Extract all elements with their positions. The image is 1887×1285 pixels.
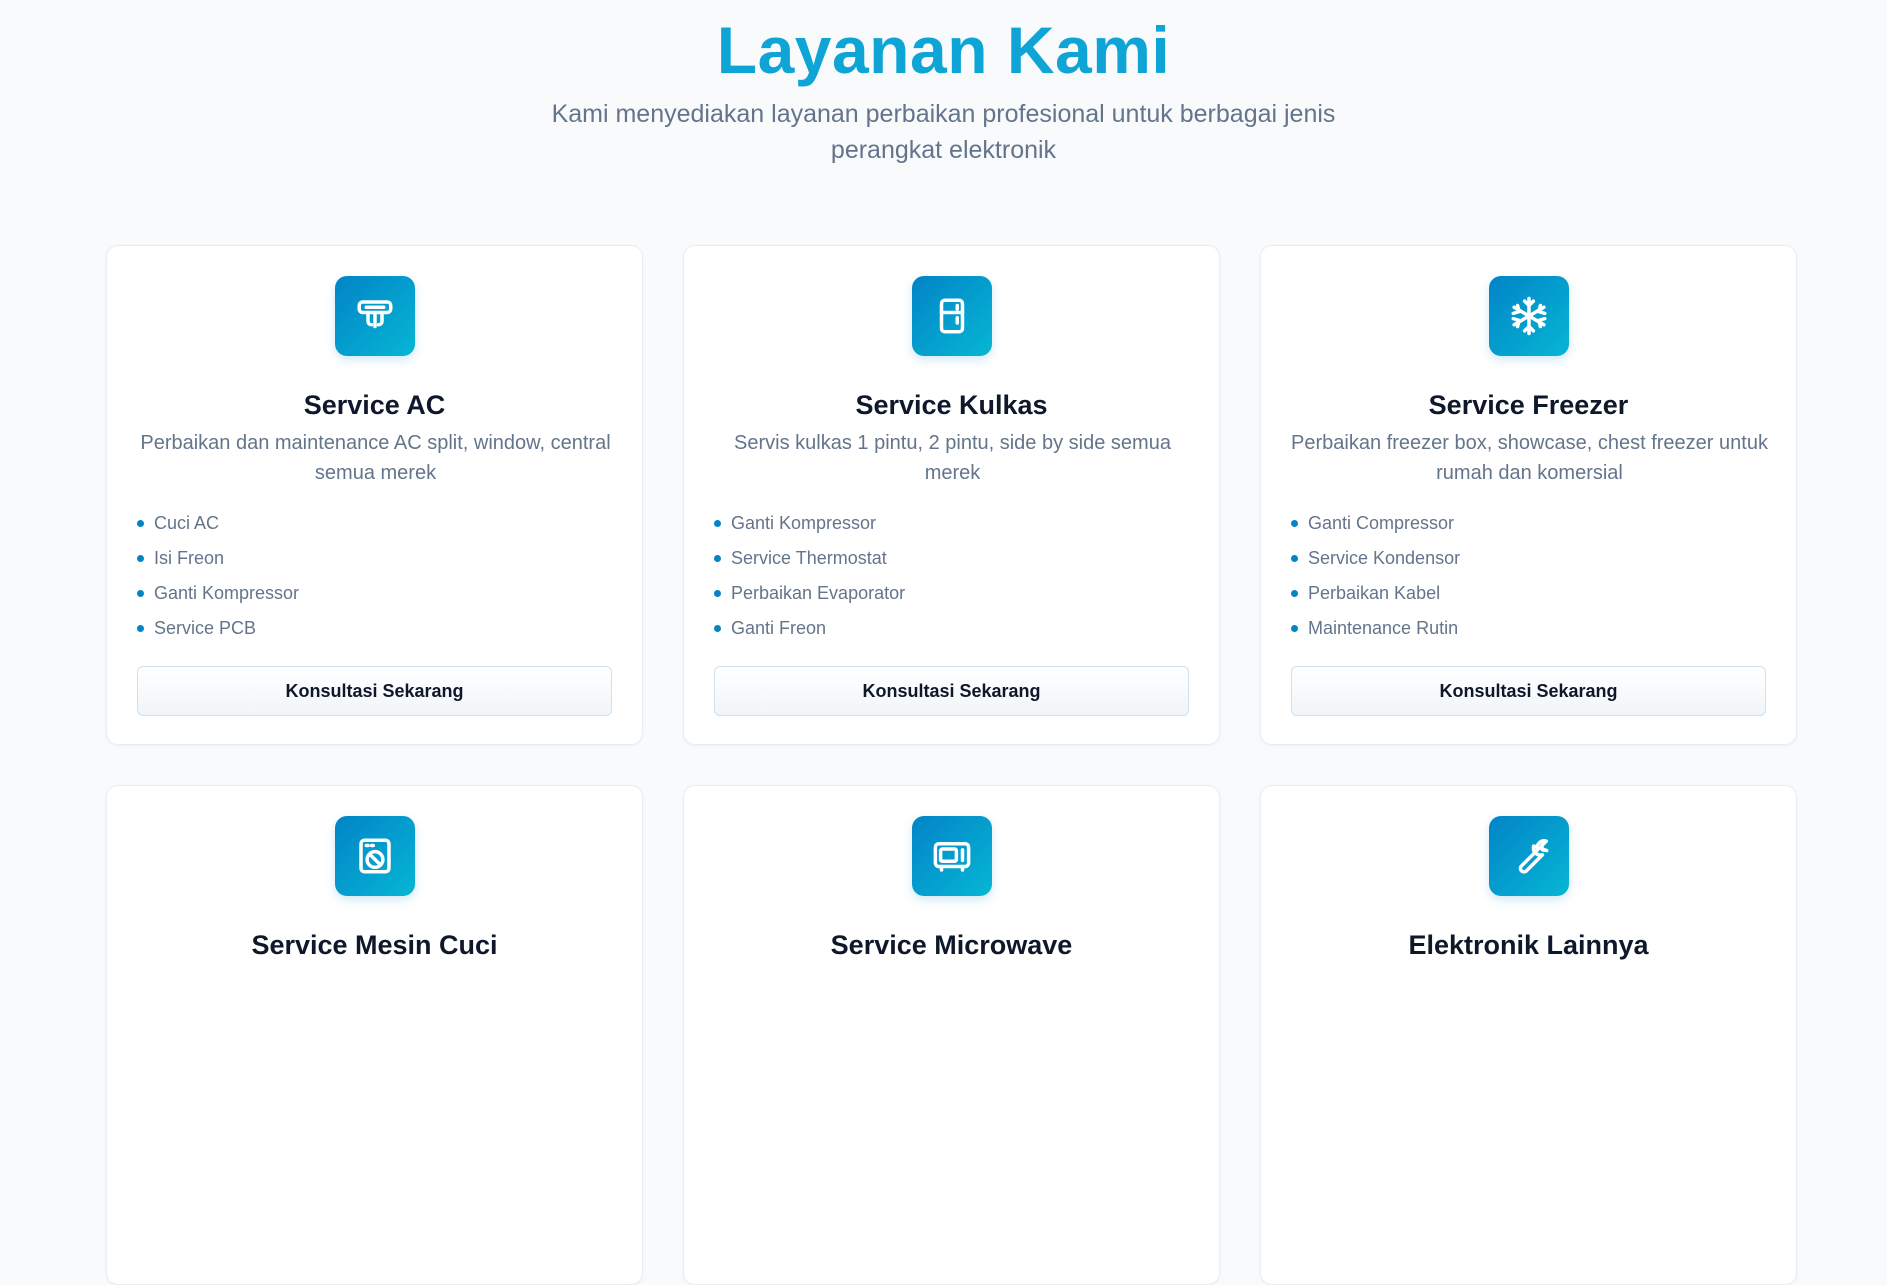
feature-item: Ganti Kompressor bbox=[137, 576, 299, 611]
feature-item: Service PCB bbox=[137, 611, 299, 646]
feature-label: Service Kondensor bbox=[1308, 548, 1461, 568]
feature-item: Service Thermostat bbox=[714, 541, 905, 576]
card-title: Service Freezer bbox=[1428, 390, 1629, 420]
section-title: Layanan Kami bbox=[716, 13, 1171, 87]
feature-label: Maintenance Rutin bbox=[1308, 618, 1459, 638]
bullet-icon bbox=[137, 520, 144, 527]
microwave-icon bbox=[912, 816, 992, 896]
feature-item: Ganti Freon bbox=[714, 611, 905, 646]
card-title: Service Kulkas bbox=[855, 390, 1048, 420]
feature-item: Service Kondensor bbox=[1291, 541, 1460, 576]
bullet-icon bbox=[1291, 555, 1298, 562]
feature-item: Ganti Kompressor bbox=[714, 506, 905, 541]
bullet-icon bbox=[1291, 590, 1298, 597]
feature-label: Perbaikan Evaporator bbox=[731, 583, 906, 603]
snowflake-icon bbox=[1489, 276, 1569, 356]
air-conditioner-icon bbox=[335, 276, 415, 356]
feature-label: Service Thermostat bbox=[731, 548, 887, 568]
feature-item: Maintenance Rutin bbox=[1291, 611, 1460, 646]
feature-list: Ganti Compressor Service Kondensor Perba… bbox=[1291, 506, 1460, 646]
bullet-icon bbox=[137, 555, 144, 562]
service-card-kulkas: Service Kulkas Servis kulkas 1 pintu, 2 … bbox=[683, 245, 1220, 745]
card-description: Servis kulkas 1 pintu, 2 pintu, side by … bbox=[734, 432, 1171, 484]
feature-label: Cuci AC bbox=[154, 513, 220, 533]
consult-button[interactable]: Konsultasi Sekarang bbox=[1291, 666, 1766, 716]
refrigerator-icon bbox=[912, 276, 992, 356]
service-card-microwave: Service Microwave bbox=[683, 785, 1220, 1285]
card-title: Service Mesin Cuci bbox=[251, 930, 498, 960]
feature-label: Ganti Compressor bbox=[1308, 513, 1455, 533]
feature-label: Service PCB bbox=[154, 618, 257, 638]
washing-machine-icon bbox=[335, 816, 415, 896]
service-card-elektronik-lainnya: Elektronik Lainnya bbox=[1260, 785, 1797, 1285]
service-card-mesin-cuci: Service Mesin Cuci bbox=[106, 785, 643, 1285]
card-description: Perbaikan freezer box, showcase, chest f… bbox=[1291, 432, 1768, 484]
feature-item: Perbaikan Evaporator bbox=[714, 576, 905, 611]
card-title: Service Microwave bbox=[830, 930, 1073, 960]
section-subtitle: Kami menyediakan layanan perbaikan profe… bbox=[551, 100, 1336, 164]
feature-list: Cuci AC Isi Freon Ganti Kompressor Servi… bbox=[137, 506, 299, 646]
service-card-ac: Service AC Perbaikan dan maintenance AC … bbox=[106, 245, 643, 745]
service-card-freezer: Service Freezer Perbaikan freezer box, s… bbox=[1260, 245, 1797, 745]
feature-list: Ganti Kompressor Service Thermostat Perb… bbox=[714, 506, 905, 646]
bullet-icon bbox=[714, 590, 721, 597]
wrench-icon bbox=[1489, 816, 1569, 896]
card-description: Perbaikan dan maintenance AC split, wind… bbox=[140, 432, 611, 484]
feature-label: Isi Freon bbox=[154, 548, 225, 568]
services-section: Layanan Kami Kami menyediakan layanan pe… bbox=[0, 0, 1887, 1285]
bullet-icon bbox=[137, 590, 144, 597]
bullet-icon bbox=[714, 555, 721, 562]
bullet-icon bbox=[1291, 520, 1298, 527]
feature-label: Perbaikan Kabel bbox=[1308, 583, 1441, 603]
feature-item: Isi Freon bbox=[137, 541, 299, 576]
bullet-icon bbox=[714, 625, 721, 632]
feature-label: Ganti Freon bbox=[731, 618, 827, 638]
bullet-icon bbox=[137, 625, 144, 632]
feature-item: Ganti Compressor bbox=[1291, 506, 1460, 541]
card-title: Elektronik Lainnya bbox=[1408, 930, 1649, 960]
feature-label: Ganti Kompressor bbox=[731, 513, 877, 533]
feature-item: Perbaikan Kabel bbox=[1291, 576, 1460, 611]
feature-label: Ganti Kompressor bbox=[154, 583, 300, 603]
bullet-icon bbox=[1291, 625, 1298, 632]
consult-button[interactable]: Konsultasi Sekarang bbox=[137, 666, 612, 716]
service-cards-grid: Service AC Perbaikan dan maintenance AC … bbox=[106, 245, 1797, 1285]
consult-button[interactable]: Konsultasi Sekarang bbox=[714, 666, 1189, 716]
feature-item: Cuci AC bbox=[137, 506, 299, 541]
bullet-icon bbox=[714, 520, 721, 527]
card-title: Service AC bbox=[303, 390, 446, 420]
